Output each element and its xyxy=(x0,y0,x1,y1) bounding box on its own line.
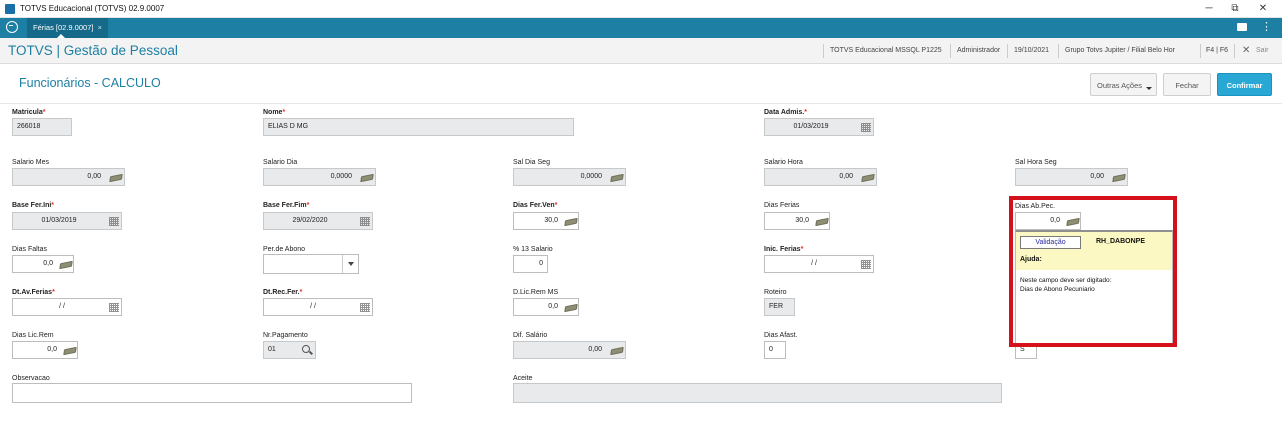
aceite-field[interactable] xyxy=(513,383,1002,403)
salario-hora-label: Salario Hora xyxy=(764,159,803,166)
mail-icon[interactable] xyxy=(1237,23,1247,31)
aceite-label: Aceite xyxy=(513,375,533,382)
calendar-icon[interactable] xyxy=(861,123,871,132)
base-fer-fim-label: Base Fer.Fim* xyxy=(263,202,310,209)
salario-dia-field[interactable]: 0,0000 xyxy=(263,168,376,186)
sal-dia-seg-field[interactable]: 0,0000 xyxy=(513,168,626,186)
close-window-button[interactable]: ✕ xyxy=(1253,2,1273,16)
dif-salario-label: Dif. Salário xyxy=(513,332,548,339)
tab-ferias[interactable]: Férias [02.9.0007] × xyxy=(27,18,108,38)
home-icon[interactable] xyxy=(6,21,18,33)
chevron-down-icon[interactable] xyxy=(348,262,354,266)
dias-afast-label: Dias Afast. xyxy=(764,332,798,339)
menu-more-icon[interactable]: ⋮ xyxy=(1261,21,1272,33)
dt-rec-fer-label: Dt.Rec.Fer.* xyxy=(263,289,303,296)
sal-dia-seg-label: Sal Dia Seg xyxy=(513,159,550,166)
header-divider xyxy=(1007,44,1008,58)
header-environment: TOTVS Educacional MSSQL P1225 xyxy=(830,47,942,54)
pct-13-salario-label: % 13 Salario xyxy=(513,246,553,253)
window-title: TOTVS Educacional (TOTVS) 02.9.0007 xyxy=(20,4,165,13)
close-button[interactable]: Fechar xyxy=(1163,73,1211,96)
page-title-bar: Funcionários - CALCULO Outras Ações Fech… xyxy=(0,65,1282,104)
nr-pagamento-label: Nr.Pagamento xyxy=(263,332,308,339)
salario-mes-label: Salario Mes xyxy=(12,159,49,166)
nome-field[interactable]: ELIAS D MG xyxy=(263,118,574,136)
highlight-box xyxy=(1009,196,1177,347)
app-header: TOTVS | Gestão de Pessoal TOTVS Educacio… xyxy=(0,38,1282,64)
pct-13-salario-field[interactable]: 0 xyxy=(513,255,548,273)
d-lic-rem-ms-label: D.Lic.Rem MS xyxy=(513,289,559,296)
nome-label: Nome* xyxy=(263,109,286,116)
restore-button[interactable]: ⧉ xyxy=(1225,2,1245,16)
exit-icon[interactable]: ✕ xyxy=(1242,45,1250,56)
exit-link[interactable]: Sair xyxy=(1256,47,1268,54)
app-logo-icon xyxy=(5,4,15,14)
tab-bar: Férias [02.9.0007] × ⋮ xyxy=(0,18,1282,38)
header-shortcut: F4 | F6 xyxy=(1206,47,1229,54)
header-group: Grupo Totvs Jupiter / Filial Belo Hor xyxy=(1065,47,1175,54)
calendar-icon[interactable] xyxy=(360,217,370,226)
calendar-icon[interactable] xyxy=(109,303,119,312)
inic-ferias-label: Inic. Ferias* xyxy=(764,246,804,253)
search-icon[interactable] xyxy=(302,345,310,353)
header-divider xyxy=(950,44,951,58)
dt-rec-fer-field[interactable]: / / xyxy=(263,298,373,316)
salario-hora-field[interactable]: 0,00 xyxy=(764,168,877,186)
more-actions-label: Outras Ações xyxy=(1096,81,1143,90)
calendar-icon[interactable] xyxy=(861,260,871,269)
confirm-button[interactable]: Confirmar xyxy=(1217,73,1272,96)
salario-mes-field[interactable]: 0,00 xyxy=(12,168,125,186)
header-divider xyxy=(1058,44,1059,58)
header-divider xyxy=(823,44,824,58)
header-user: Administrador xyxy=(957,47,1001,54)
sal-hora-seg-label: Sal Hora Seg xyxy=(1015,159,1057,166)
dias-afast-field[interactable]: 0 xyxy=(764,341,786,359)
dt-av-ferias-label: Dt.Av.Ferias* xyxy=(12,289,55,296)
app-title: TOTVS | Gestão de Pessoal xyxy=(8,43,178,58)
dif-salario-field[interactable]: 0,00 xyxy=(513,341,626,359)
inic-ferias-field[interactable]: / / xyxy=(764,255,874,273)
matricula-label: Matricula* xyxy=(12,109,46,116)
select-divider xyxy=(342,255,343,273)
header-divider xyxy=(1234,44,1235,58)
observacao-label: Observacao xyxy=(12,375,50,382)
per-abono-select[interactable] xyxy=(263,254,359,274)
minimize-button[interactable]: ─ xyxy=(1199,2,1219,16)
calendar-icon[interactable] xyxy=(360,303,370,312)
dias-ferias-label: Dias Ferias xyxy=(764,202,800,209)
matricula-field[interactable]: 266018 xyxy=(12,118,72,136)
dias-lic-rem-label: Dias Lic.Rem xyxy=(12,332,54,339)
per-abono-label: Per.de Abono xyxy=(263,246,306,253)
dias-fer-ven-label: Dias Fer.Ven* xyxy=(513,202,558,209)
roteiro-field[interactable]: FER xyxy=(764,298,795,316)
tab-label: Férias [02.9.0007] xyxy=(33,23,94,32)
data-admis-field[interactable]: 01/03/2019 xyxy=(764,118,874,136)
data-admis-label: Data Admis.* xyxy=(764,109,807,116)
window-titlebar: TOTVS Educacional (TOTVS) 02.9.0007 ─ ⧉ … xyxy=(0,0,1282,18)
base-fer-fim-field[interactable]: 29/02/2020 xyxy=(263,212,373,230)
calendar-icon[interactable] xyxy=(109,217,119,226)
more-actions-button[interactable]: Outras Ações xyxy=(1090,73,1157,96)
chevron-down-icon xyxy=(1146,87,1152,90)
header-divider xyxy=(1200,44,1201,58)
base-fer-ini-field[interactable]: 01/03/2019 xyxy=(12,212,122,230)
dias-faltas-label: Dias Faltas xyxy=(12,246,48,253)
sal-hora-seg-field[interactable]: 0,00 xyxy=(1015,168,1128,186)
roteiro-label: Roteiro xyxy=(764,289,787,296)
dt-av-ferias-field[interactable]: / / xyxy=(12,298,122,316)
page-title: Funcionários - CALCULO xyxy=(19,76,161,90)
base-fer-ini-label: Base Fer.Ini* xyxy=(12,202,55,209)
salario-dia-label: Salario Dia xyxy=(263,159,298,166)
tab-close-icon[interactable]: × xyxy=(98,23,102,32)
observacao-field[interactable] xyxy=(12,383,412,403)
header-date: 19/10/2021 xyxy=(1014,47,1050,54)
